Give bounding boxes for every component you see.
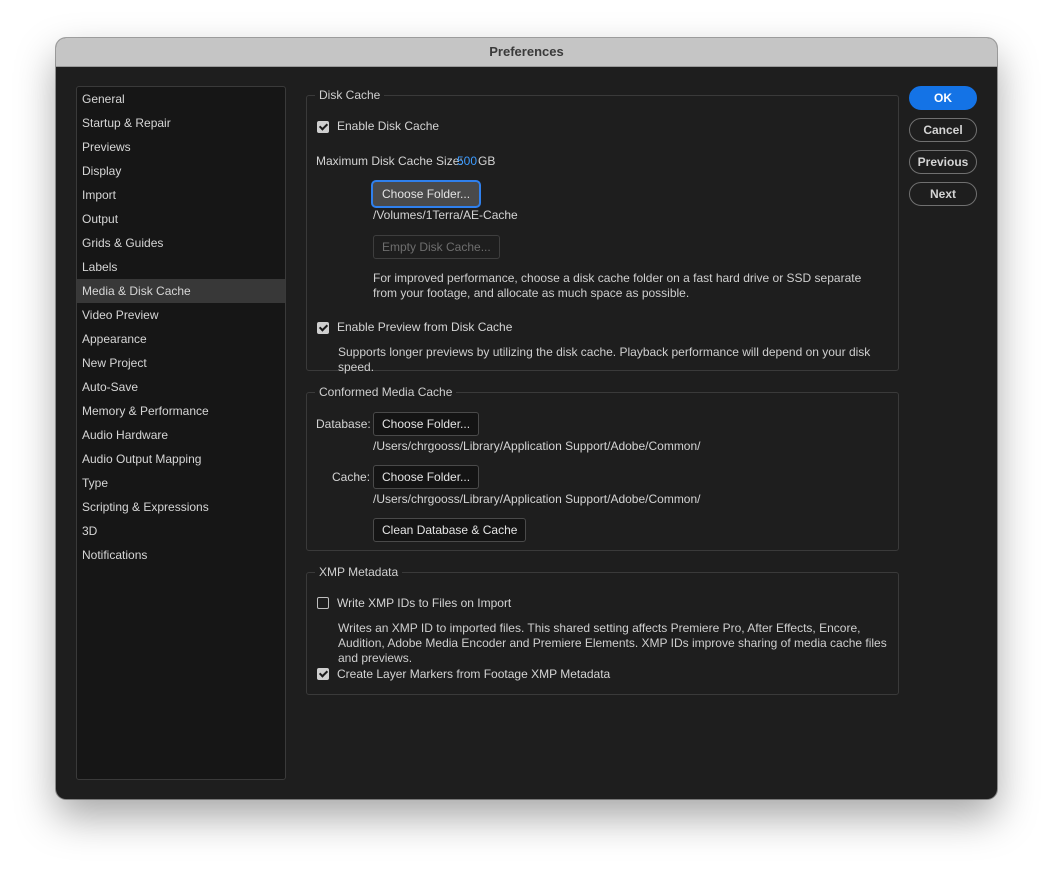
conformed-media-cache-title: Conformed Media Cache [315, 384, 457, 400]
database-path: /Users/chrgooss/Library/Application Supp… [373, 439, 701, 453]
enable-disk-cache-label: Enable Disk Cache [337, 119, 440, 133]
preview-disk-cache-help: Supports longer previews by utilizing th… [338, 345, 871, 374]
database-label: Database: [316, 417, 371, 431]
previous-button[interactable]: Previous [909, 150, 977, 174]
sidebar-item-appearance[interactable]: Appearance [77, 327, 285, 351]
next-button[interactable]: Next [909, 182, 977, 206]
sidebar-item-3d[interactable]: 3D [77, 519, 285, 543]
write-xmp-ids-checkbox[interactable] [317, 597, 329, 609]
create-layer-markers-checkbox[interactable] [317, 668, 329, 680]
sidebar-item-output[interactable]: Output [77, 207, 285, 231]
sidebar-item-audio-output[interactable]: Audio Output Mapping [77, 447, 285, 471]
sidebar-item-startup[interactable]: Startup & Repair [77, 111, 285, 135]
empty-disk-cache-button[interactable]: Empty Disk Cache... [373, 235, 500, 259]
write-xmp-ids-label: Write XMP IDs to Files on Import [337, 596, 512, 610]
ok-button[interactable]: OK [909, 86, 977, 110]
sidebar-item-audio-hardware[interactable]: Audio Hardware [77, 423, 285, 447]
disk-cache-title: Disk Cache [315, 87, 385, 103]
preferences-window: Preferences General Startup & Repair Pre… [56, 38, 997, 799]
clean-database-cache-button[interactable]: Clean Database & Cache [373, 518, 527, 542]
create-layer-markers-label: Create Layer Markers from Footage XMP Me… [337, 667, 611, 681]
xmp-metadata-group: XMP Metadata Write XMP IDs to Files on I… [306, 564, 899, 695]
sidebar-item-labels[interactable]: Labels [77, 255, 285, 279]
sidebar-item-notifications[interactable]: Notifications [77, 543, 285, 567]
sidebar-item-media-disk-cache[interactable]: Media & Disk Cache [77, 279, 285, 303]
sidebar-item-general[interactable]: General [77, 87, 285, 111]
choose-cache-folder-button[interactable]: Choose Folder... [373, 465, 480, 489]
disk-cache-help-text: For improved performance, choose a disk … [373, 271, 862, 300]
max-cache-size-label: Maximum Disk Cache Size: [316, 154, 463, 168]
sidebar-item-display[interactable]: Display [77, 159, 285, 183]
cancel-button[interactable]: Cancel [909, 118, 977, 142]
max-cache-size-value[interactable]: 500 [457, 154, 477, 168]
cache-path: /Users/chrgooss/Library/Application Supp… [373, 492, 701, 506]
disk-cache-group: Disk Cache Enable Disk Cache Maximum Dis… [306, 87, 899, 374]
sidebar-item-type[interactable]: Type [77, 471, 285, 495]
preferences-sidebar: General Startup & Repair Previews Displa… [76, 86, 286, 780]
sidebar-item-video-preview[interactable]: Video Preview [77, 303, 285, 327]
sidebar-item-import[interactable]: Import [77, 183, 285, 207]
cache-label: Cache: [332, 470, 371, 484]
sidebar-item-grids[interactable]: Grids & Guides [77, 231, 285, 255]
conformed-media-cache-group: Conformed Media Cache Database: Choose F… [306, 384, 899, 551]
window-title: Preferences [56, 38, 997, 67]
enable-preview-disk-cache-checkbox[interactable] [317, 322, 329, 334]
sidebar-item-memory[interactable]: Memory & Performance [77, 399, 285, 423]
enable-disk-cache-checkbox[interactable] [317, 121, 329, 133]
enable-preview-disk-cache-label: Enable Preview from Disk Cache [337, 320, 513, 334]
sidebar-item-previews[interactable]: Previews [77, 135, 285, 159]
choose-database-folder-button[interactable]: Choose Folder... [373, 412, 480, 436]
disk-cache-folder-path: /Volumes/1Terra/AE-Cache [373, 208, 518, 222]
sidebar-item-scripting[interactable]: Scripting & Expressions [77, 495, 285, 519]
sidebar-item-auto-save[interactable]: Auto-Save [77, 375, 285, 399]
choose-disk-cache-folder-button[interactable]: Choose Folder... [373, 182, 480, 206]
write-xmp-ids-help: Writes an XMP ID to imported files. This… [338, 621, 887, 665]
xmp-metadata-title: XMP Metadata [315, 564, 403, 580]
sidebar-item-new-project[interactable]: New Project [77, 351, 285, 375]
max-cache-size-unit: GB [478, 154, 496, 168]
